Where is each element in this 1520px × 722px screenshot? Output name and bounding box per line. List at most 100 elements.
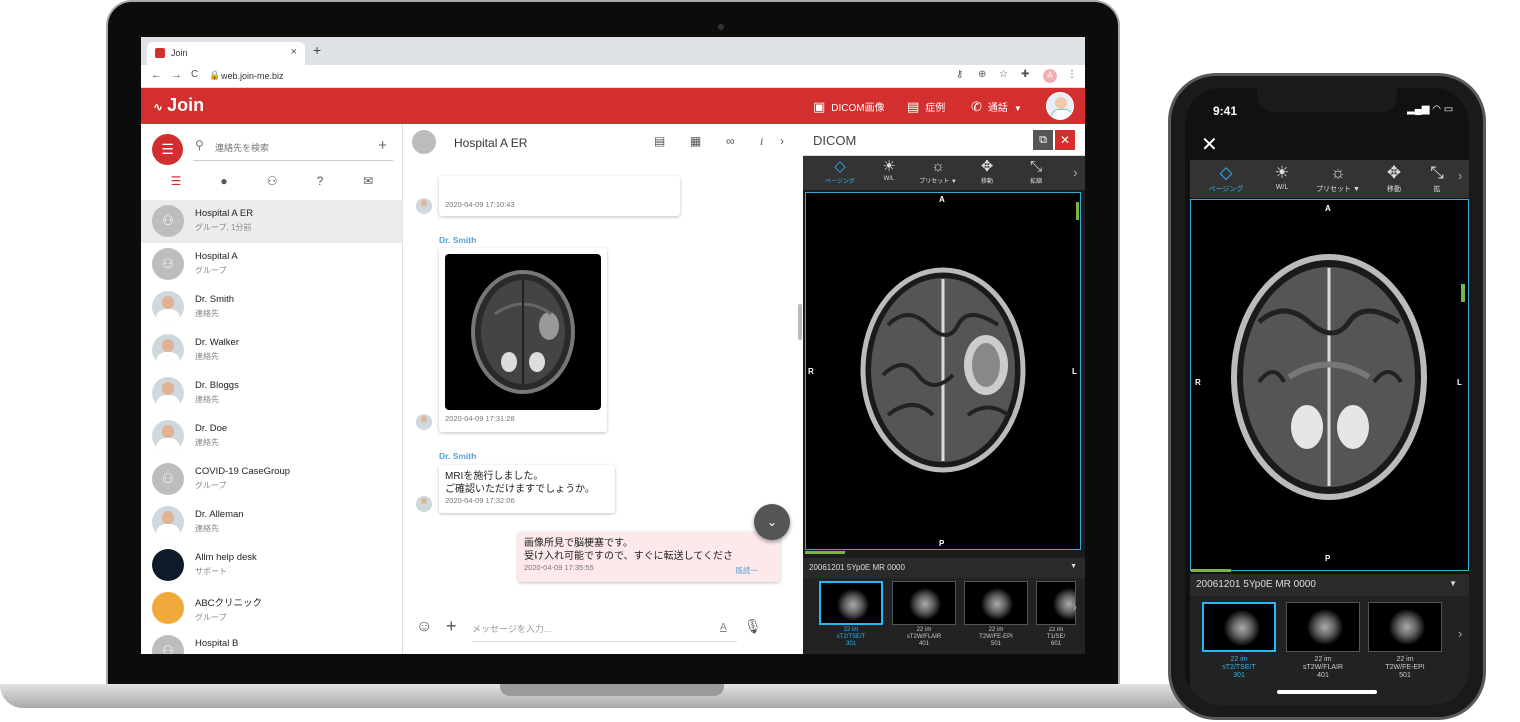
chevron-right-icon[interactable]: › — [1073, 164, 1078, 180]
contact-item[interactable]: ⚇ Hospital A ER グループ, 1分前 — [141, 200, 402, 243]
cases-button[interactable]: ▤ 症例 — [907, 99, 945, 115]
sender-avatar — [416, 414, 432, 430]
dicom-image-viewport[interactable]: A P R L — [1190, 199, 1469, 571]
series-thumbnail[interactable] — [1286, 602, 1360, 652]
contact-item[interactable]: ⚇ COVID-19 CaseGroup グループ — [141, 458, 402, 501]
microphone-icon[interactable]: 🎙 — [744, 618, 762, 635]
preset-tool[interactable]: ☼ プリセット ▼ — [914, 159, 962, 186]
message-input[interactable]: メッセージを入力... — [472, 622, 737, 642]
paging-tool[interactable]: ◇ ページング — [1198, 164, 1254, 194]
contact-item[interactable]: Dr. Bloggs 連絡先 — [141, 372, 402, 415]
attach-plus-icon[interactable]: + — [446, 616, 457, 637]
profile-avatar[interactable]: A — [1043, 69, 1057, 83]
person-avatar — [152, 334, 184, 366]
close-viewer-button[interactable]: ✕ — [1201, 132, 1218, 157]
sender-avatar — [416, 198, 432, 214]
series-thumbnail[interactable] — [1368, 602, 1442, 652]
menu-kebab-icon[interactable]: ⋮ — [1067, 69, 1077, 80]
call-button[interactable]: ✆ 通話 ▼ — [971, 99, 1022, 115]
series-thumbnail[interactable] — [1036, 581, 1076, 625]
contact-item[interactable]: Dr. Doe 連絡先 — [141, 415, 402, 458]
window-level-tool[interactable]: ☀ W/L — [1254, 163, 1310, 192]
contact-item[interactable]: ABCクリニック グループ — [141, 587, 402, 630]
paging-tool[interactable]: ◇ ページング — [816, 159, 864, 186]
move-tool[interactable]: ✥ 移動 — [1366, 164, 1422, 194]
tab-close-icon[interactable]: × — [291, 46, 297, 58]
message-bubble[interactable]: 2020-04-09 17:10:43 — [439, 176, 680, 216]
extensions-icon[interactable]: ✚ — [1021, 69, 1029, 80]
dicom-images-button[interactable]: ▣ DICOM画像 — [813, 99, 885, 115]
sun-icon: ☀ — [1274, 163, 1290, 182]
contact-item[interactable]: Dr. Alleman 連絡先 — [141, 501, 402, 544]
tab-person-icon[interactable]: ● — [214, 174, 234, 188]
chevron-right-icon[interactable]: › — [1073, 600, 1077, 614]
zoom-icon[interactable]: ⊕ — [978, 69, 986, 80]
new-tab-icon[interactable]: + — [313, 42, 321, 58]
clipboard-icon[interactable]: ▤ — [654, 134, 665, 148]
key-icon[interactable]: ⚷ — [956, 69, 963, 80]
phone-frame: 9:41 ▂▄▆ ◠ ▭ ✕ ◇ ページング ☀ W/L ☼ プリセット ▼ ✥ 移動 … — [1168, 73, 1486, 720]
close-viewer-button[interactable]: ✕ — [1055, 130, 1075, 150]
bookmark-star-icon[interactable]: ☆ — [999, 69, 1008, 80]
slice-progress-bar — [805, 551, 845, 554]
chevron-right-icon[interactable]: › — [1458, 626, 1462, 641]
open-external-button[interactable]: ⧉ — [1033, 130, 1053, 150]
own-message-bubble[interactable]: 画像所見で脳梗塞です。 受け入れ可能ですので、すぐに転送してくださ 2020-0… — [518, 532, 780, 582]
chevron-right-icon[interactable]: › — [780, 134, 784, 148]
reload-icon[interactable]: C — [191, 69, 198, 80]
move-tool[interactable]: ✥ 移動 — [963, 159, 1011, 186]
zoom-tool[interactable]: ⤡ 拡縮 — [1012, 159, 1060, 186]
address-field[interactable]: web.join-me.biz — [221, 71, 284, 81]
tab-list-icon[interactable]: ☰ — [166, 174, 186, 188]
contact-item[interactable]: ⚇ Hospital B — [141, 630, 402, 654]
back-icon[interactable]: ← — [151, 69, 162, 81]
message-sender: Dr. Smith — [439, 451, 477, 461]
forward-icon[interactable]: → — [171, 69, 182, 81]
series-thumbnail[interactable] — [892, 581, 956, 625]
series-thumbnail[interactable] — [964, 581, 1028, 625]
slice-scroll-indicator[interactable] — [1461, 284, 1465, 302]
link-icon[interactable]: ∞ — [726, 134, 735, 148]
series-selector[interactable]: 20061201 5Yp0E MR 0000 ▼ — [1190, 574, 1469, 596]
tab-help-icon[interactable]: ? — [310, 174, 330, 188]
chat-scrollbar[interactable] — [798, 304, 802, 340]
zoom-tool[interactable]: ⤡ 拡 — [1422, 164, 1452, 194]
join-favicon-icon — [155, 48, 165, 58]
user-avatar[interactable] — [1046, 92, 1074, 120]
contact-item[interactable]: Allm help desk サポート — [141, 544, 402, 587]
gallery-icon[interactable]: ▦ — [690, 134, 701, 148]
contact-item[interactable]: Dr. Smith 連絡先 — [141, 286, 402, 329]
text-format-icon[interactable]: A — [720, 622, 727, 633]
series-thumbnail[interactable] — [819, 581, 883, 625]
dicom-image-viewport[interactable]: A P R L — [805, 192, 1081, 550]
scroll-down-button[interactable]: ⌄ — [754, 504, 790, 540]
list-menu-button[interactable]: ☰ — [152, 134, 183, 165]
contacts-sidebar: ☰ ⚲ 連絡先を検索 + ☰ ● ⚇ ? ✉ ⚇ Hospital A ER グルー… — [141, 124, 403, 654]
message-bubble[interactable]: MRIを施行しました。 ご確認いただけますでしょうか。 2020-04-09 1… — [439, 465, 615, 513]
contact-search-input[interactable]: ⚲ 連絡先を検索 + — [193, 137, 393, 161]
join-logo[interactable]: ∿ Join — [153, 95, 204, 116]
tab-mail-icon[interactable]: ✉ — [358, 174, 378, 188]
thumbnail-label: 22 im sT2/TSE/T 301 — [836, 627, 866, 647]
contact-item[interactable]: Dr. Walker 連絡先 — [141, 329, 402, 372]
info-icon[interactable]: i — [760, 134, 763, 149]
slice-scroll-indicator[interactable] — [1076, 202, 1079, 220]
tab-group-icon[interactable]: ⚇ — [262, 174, 282, 188]
mri-thumbnail-image[interactable] — [445, 254, 601, 410]
chevron-right-icon[interactable]: › — [1458, 168, 1462, 183]
preset-tool[interactable]: ☼ プリセット ▼ — [1310, 164, 1366, 194]
home-indicator[interactable] — [1277, 690, 1377, 694]
caret-down-icon: ▼ — [1070, 563, 1077, 570]
add-contact-button[interactable]: + — [378, 137, 387, 154]
series-selector[interactable]: 20061201 5Yp0E MR 0000 ▼ — [803, 558, 1085, 578]
window-level-tool[interactable]: ☀ W/L — [865, 159, 913, 183]
mri-thumbnail-image — [909, 588, 941, 620]
chat-header: Hospital A ER ▤ ▦ ∞ i › — [404, 124, 803, 160]
image-message-bubble[interactable]: 2020-04-09 17:31:28 — [439, 248, 607, 432]
support-avatar — [152, 549, 184, 581]
contact-item[interactable]: ⚇ Hospital A グループ — [141, 243, 402, 286]
series-thumbnail[interactable] — [1202, 602, 1276, 652]
browser-tab[interactable]: Join × — [147, 42, 305, 65]
laptop-screen: Join × + ← → C 🔒 web.join-me.biz ⚷ ⊕ ☆ ✚… — [141, 37, 1085, 654]
emoji-icon[interactable]: ☺ — [416, 618, 432, 636]
